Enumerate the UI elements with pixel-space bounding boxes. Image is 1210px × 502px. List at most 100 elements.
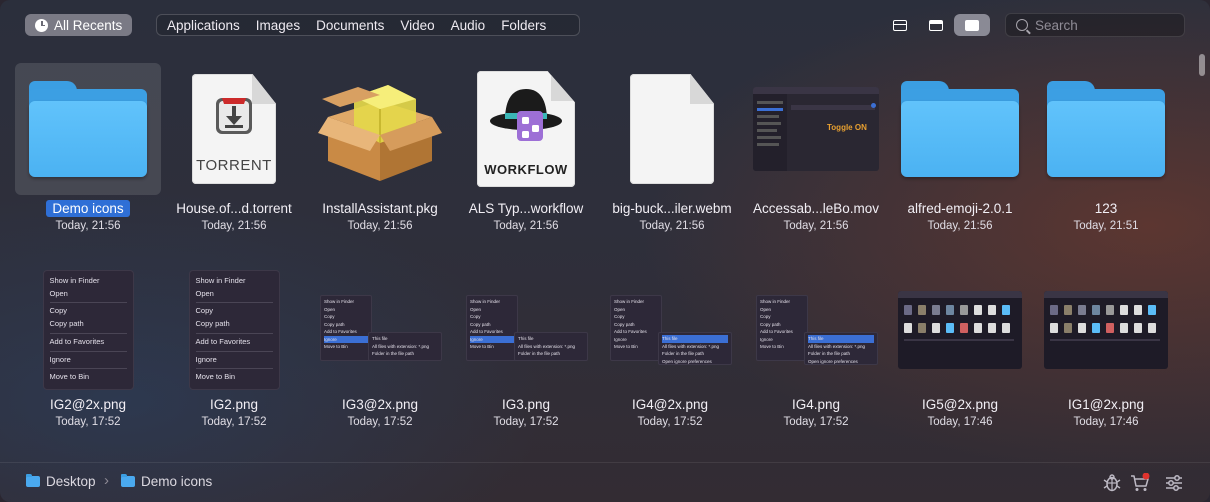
filter-images[interactable]: Images [256, 18, 300, 33]
item-date: Today, 17:46 [927, 416, 993, 428]
breadcrumb-demo-icons[interactable]: Demo icons [121, 474, 212, 489]
torrent-file-icon: TORRENT [192, 74, 276, 184]
menu-item: Copy [324, 314, 335, 319]
split-view-icon [929, 19, 943, 31]
menu-item: Show in Finder [470, 299, 501, 304]
breadcrumb-label: Demo icons [141, 474, 213, 489]
menu-item: Copy [760, 314, 771, 319]
submenu-item: All files with extension: *.png [372, 343, 430, 349]
package-icon [318, 85, 442, 181]
menu-item: Copy path [49, 319, 84, 329]
menu-item: Add to Favorites [760, 329, 793, 334]
filter-segmented-control: Applications Images Documents Video Audi… [156, 14, 580, 36]
folder-icon [26, 474, 40, 487]
submenu-item: Folder in the file path [808, 351, 851, 356]
menu-item: Copy [470, 314, 481, 319]
menu-item: Open [49, 288, 68, 298]
submenu-item: This file [662, 335, 728, 343]
filter-folders[interactable]: Folders [501, 18, 546, 33]
workflow-badge: WORKFLOW [484, 162, 568, 177]
menu-item: Copy path [614, 321, 635, 327]
item-date: Today, 21:56 [493, 220, 559, 232]
menu-item: Add to Favorites [324, 329, 357, 334]
item-date: Today, 21:56 [347, 220, 413, 232]
cart-icon[interactable] [1130, 473, 1150, 493]
submenu-item: This file [808, 335, 874, 343]
context-menu-thumbnail: Show in Finder Open Copy Copy path Add t… [188, 270, 280, 390]
item-date: Today, 17:52 [201, 416, 267, 428]
menu-item: Move to Bin [49, 372, 90, 382]
menu-item: Copy [195, 306, 214, 316]
breadcrumb-label: Desktop [46, 474, 96, 489]
menu-item: Ignore [470, 335, 514, 343]
submenu-item: Folder in the file path [662, 351, 705, 356]
grid-view-button[interactable] [954, 14, 990, 36]
item-name: Demo icons [46, 200, 130, 217]
list-view-icon [893, 19, 907, 31]
menu-item: Copy path [470, 321, 491, 327]
submenu-item: All files with extension: *.png [808, 343, 866, 349]
search-field[interactable] [1005, 13, 1185, 37]
menu-item: Add to Favorites [49, 336, 105, 346]
item-date: Today, 17:52 [783, 416, 849, 428]
submenu-item: All files with extension: *.png [518, 343, 576, 349]
menu-item: Ignore [49, 354, 71, 364]
menu-item: Ignore [760, 336, 773, 342]
clock-icon [35, 18, 48, 32]
menu-item: Copy [49, 306, 68, 316]
search-input[interactable] [1035, 17, 1175, 33]
breadcrumb-desktop[interactable]: Desktop [26, 474, 96, 489]
context-menu-thumbnail: Show in Finder Open Copy Copy path Add t… [42, 270, 134, 390]
filter-documents[interactable]: Documents [316, 18, 384, 33]
menu-item: Ignore [614, 336, 627, 342]
item-name: IG4@2x.png [632, 397, 708, 412]
split-view-button[interactable] [918, 14, 954, 36]
item-name: IG4.png [791, 397, 841, 412]
status-bar: Desktop › Demo icons [0, 462, 1210, 502]
bug-icon[interactable] [1102, 473, 1122, 493]
app-screenshot-thumbnail [1044, 291, 1168, 369]
scrollbar-thumb[interactable] [1199, 54, 1205, 76]
menu-item: Copy path [195, 319, 230, 329]
recents-window: All Recents Applications Images Document… [0, 0, 1210, 502]
all-recents-button[interactable]: All Recents [25, 14, 132, 36]
menu-item: Open [614, 306, 626, 312]
item-date: Today, 17:52 [637, 416, 703, 428]
submenu-item: This file [372, 336, 388, 341]
menu-item: Ignore [324, 335, 368, 343]
menu-item: Copy [614, 314, 625, 319]
submenu-thumbnail: Show in Finder Open Copy Copy path Add t… [464, 295, 588, 365]
menu-item: Copy path [324, 321, 345, 327]
submenu-thumbnail: Show in Finder Open Copy Copy path Add t… [754, 295, 878, 365]
item-name: alfred-emoji-2.0.1 [907, 201, 1013, 216]
settings-sliders-icon[interactable] [1164, 473, 1184, 493]
menu-item: Ignore [195, 354, 217, 364]
all-recents-label: All Recents [54, 17, 123, 33]
submenu-item: Open ignore preferences [662, 358, 712, 364]
submenu-item: Folder in the file path [372, 351, 415, 356]
folder-icon [29, 81, 147, 177]
menu-item: Open [324, 306, 336, 312]
item-name: IG5@2x.png [922, 397, 998, 412]
filter-audio[interactable]: Audio [451, 18, 486, 33]
list-view-button[interactable] [882, 14, 918, 36]
submenu-item: This file [518, 336, 534, 341]
chevron-right-icon: › [104, 472, 109, 489]
grid-view-icon [965, 19, 979, 31]
item-date: Today, 21:51 [1073, 220, 1139, 232]
folder-icon [1047, 81, 1165, 177]
menu-item: Show in Finder [195, 276, 246, 285]
folder-icon [901, 81, 1019, 177]
search-icon [1016, 19, 1028, 31]
filter-applications[interactable]: Applications [167, 18, 240, 33]
app-screenshot-thumbnail [898, 291, 1022, 369]
item-name: 123 [1094, 201, 1118, 216]
menu-item: Add to Favorites [470, 329, 503, 334]
menu-item: Open [760, 306, 772, 312]
filter-video[interactable]: Video [400, 18, 434, 33]
item-name: ALS Typ...workflow [468, 201, 584, 216]
workflow-file-icon: WORKFLOW [477, 71, 575, 187]
submenu-thumbnail: Show in Finder Open Copy Copy path Add t… [318, 295, 442, 365]
item-date: Today, 17:52 [55, 416, 121, 428]
submenu-item: Open ignore preferences [808, 358, 858, 364]
